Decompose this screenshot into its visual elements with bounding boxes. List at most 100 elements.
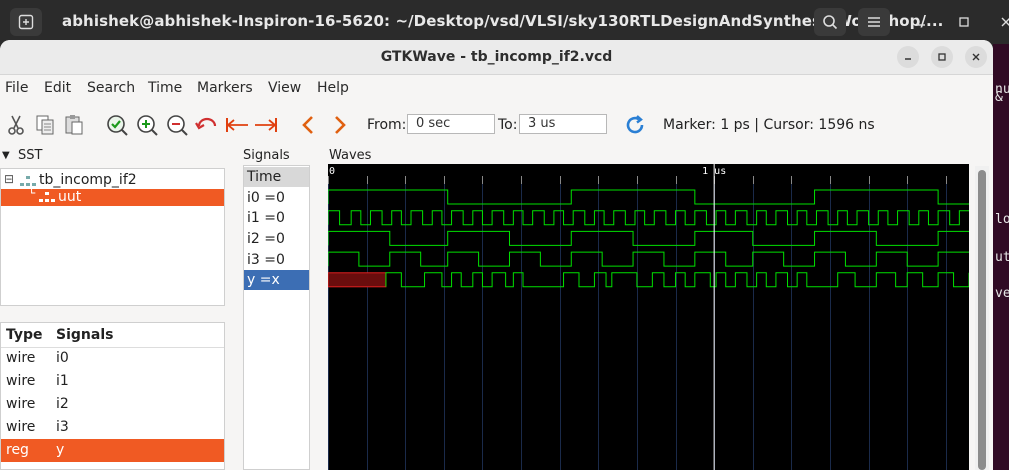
copy-button[interactable] xyxy=(32,112,58,138)
reload-button[interactable] xyxy=(622,112,648,138)
wave-i2 xyxy=(327,230,969,246)
waveforms xyxy=(327,189,970,288)
zoom-fit-icon xyxy=(107,115,128,136)
reload-icon xyxy=(626,115,644,134)
signal-name: y xyxy=(56,442,65,458)
terminal-text: ut xyxy=(995,250,1009,265)
zoom-in-button[interactable] xyxy=(134,112,160,138)
signals-column-header[interactable]: Signals xyxy=(56,327,113,343)
signal-name: i1 xyxy=(56,373,69,389)
waves-panel[interactable]: 0 1 us xyxy=(327,164,970,470)
window-minimize-button[interactable] xyxy=(897,46,919,68)
page-right-button[interactable] xyxy=(327,112,353,138)
menu-time[interactable]: Time xyxy=(148,80,182,96)
signal-list-header: Type Signals xyxy=(1,323,224,348)
window-title-bar: GTKWave - tb_incomp_if2.vcd xyxy=(0,40,993,75)
signal-value-row[interactable]: i0 =0 xyxy=(244,188,309,208)
signal-type: wire xyxy=(6,396,36,412)
tree-item-label: tb_incomp_if2 xyxy=(39,172,137,188)
signals-panel: Time i0 =0 i1 =0 i2 =0 i3 =0 y =x xyxy=(243,165,310,470)
signal-value-row[interactable]: i3 =0 xyxy=(244,250,309,270)
minimize-icon xyxy=(917,24,925,26)
scissors-icon xyxy=(8,115,24,135)
type-column-header[interactable]: Type xyxy=(6,327,43,343)
signal-type: reg xyxy=(6,442,29,458)
signal-row[interactable]: wire i3 xyxy=(1,416,224,439)
expand-icon[interactable]: ⊟ xyxy=(4,172,14,186)
signal-row[interactable]: wire i0 xyxy=(1,347,224,370)
signal-name: i2 xyxy=(56,396,69,412)
sst-title: SST xyxy=(18,148,43,163)
paste-button[interactable] xyxy=(61,112,87,138)
from-input[interactable]: 0 sec xyxy=(407,114,495,134)
menu-help[interactable]: Help xyxy=(317,80,349,96)
menu-file[interactable]: File xyxy=(5,80,28,96)
signal-type: wire xyxy=(6,419,36,435)
minimize-icon xyxy=(905,58,911,60)
menu-bar: File Edit Search Time Markers View Help xyxy=(0,76,993,100)
hamburger-menu-button[interactable] xyxy=(858,8,890,36)
timescale-zero-label: 0 xyxy=(329,166,335,177)
terminal-maximize-button[interactable] xyxy=(948,8,980,36)
terminal-close-button[interactable] xyxy=(990,8,1009,36)
terminal-text: lo xyxy=(995,212,1009,227)
cut-button[interactable] xyxy=(3,112,29,138)
signal-type: wire xyxy=(6,350,36,366)
menu-edit[interactable]: Edit xyxy=(44,80,71,96)
chevron-left-icon xyxy=(302,116,313,134)
close-icon xyxy=(1001,17,1009,27)
terminal-text: & xyxy=(995,90,1003,105)
signal-row-selected[interactable]: reg y xyxy=(1,439,224,462)
arrow-to-start-icon xyxy=(226,118,248,132)
scrollbar-thumb[interactable] xyxy=(978,170,986,470)
new-tab-button[interactable] xyxy=(10,8,42,36)
to-input[interactable]: 3 us xyxy=(519,114,607,134)
vertical-scrollbar[interactable] xyxy=(975,166,989,470)
maximize-icon xyxy=(938,53,946,61)
tree-item-label: uut xyxy=(58,189,82,205)
zoom-fit-button[interactable] xyxy=(104,112,130,138)
tree-branch-icon: └ xyxy=(28,186,36,200)
search-button[interactable] xyxy=(814,8,846,36)
undo-icon xyxy=(195,117,217,130)
window-title: GTKWave - tb_incomp_if2.vcd xyxy=(380,49,613,65)
terminal-minimize-button[interactable] xyxy=(905,8,937,36)
terminal-text: ve xyxy=(995,286,1009,301)
wave-i1 xyxy=(327,210,969,226)
search-icon xyxy=(823,15,838,30)
undo-zoom-button[interactable] xyxy=(194,112,220,138)
signal-name: i3 xyxy=(56,419,69,435)
menu-view[interactable]: View xyxy=(268,80,301,96)
waveform-canvas[interactable]: 0 1 us xyxy=(327,164,970,470)
wave-i0 xyxy=(327,189,969,205)
menu-markers[interactable]: Markers xyxy=(197,80,253,96)
hierarchy-icon xyxy=(39,192,55,202)
hamburger-icon xyxy=(868,17,880,27)
signal-value-row[interactable]: i2 =0 xyxy=(244,229,309,249)
wave-unknown-y xyxy=(327,272,387,288)
signal-type: wire xyxy=(6,373,36,389)
window-close-button[interactable] xyxy=(965,46,987,68)
triangle-down-icon: ▼ xyxy=(2,150,10,161)
signal-value-row-selected[interactable]: y =x xyxy=(244,270,309,290)
signal-name: i0 xyxy=(56,350,69,366)
signal-value-row[interactable]: i1 =0 xyxy=(244,208,309,228)
zoom-to-end-button[interactable] xyxy=(253,112,279,138)
signal-row[interactable]: wire i1 xyxy=(1,370,224,393)
wave-y xyxy=(385,272,970,288)
from-label: From: xyxy=(367,117,407,133)
to-label: To: xyxy=(498,117,518,133)
zoom-out-button[interactable] xyxy=(164,112,190,138)
chevron-right-icon xyxy=(335,116,346,134)
tree-item-uut[interactable]: └ uut xyxy=(1,186,224,206)
menu-search[interactable]: Search xyxy=(87,80,135,96)
zoom-to-start-button[interactable] xyxy=(224,112,250,138)
maximize-icon xyxy=(959,17,969,27)
close-icon xyxy=(972,53,980,61)
sst-tree: ⊟ tb_incomp_if2 └ uut xyxy=(0,168,225,306)
window-maximize-button[interactable] xyxy=(931,46,953,68)
terminal-text-strip: nu & lo ut ve xyxy=(993,44,1009,470)
signal-type-list: Type Signals wire i0 wire i1 wire i2 wire i3… xyxy=(0,322,225,470)
signal-row[interactable]: wire i2 xyxy=(1,393,224,416)
page-left-button[interactable] xyxy=(295,112,321,138)
